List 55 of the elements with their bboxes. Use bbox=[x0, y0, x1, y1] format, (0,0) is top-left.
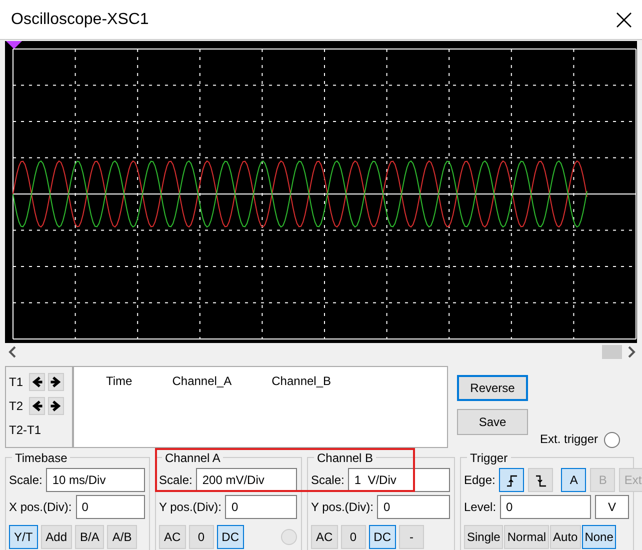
cursor-left-button[interactable] bbox=[29, 373, 45, 391]
cursor-label: T2-T1 bbox=[9, 422, 42, 439]
toggle-button[interactable]: DC bbox=[216, 525, 244, 549]
position-field[interactable]: 0 bbox=[225, 495, 297, 519]
toggle-button[interactable]: - bbox=[399, 525, 424, 549]
toggle-button[interactable]: B/A bbox=[75, 525, 104, 549]
toggle-button[interactable]: AC bbox=[311, 525, 338, 549]
scale-field[interactable]: 200 mV/Div bbox=[196, 468, 297, 492]
cursor-left-button[interactable] bbox=[29, 397, 45, 415]
field-label: X pos.(Div): bbox=[9, 499, 72, 516]
action-button[interactable]: Save bbox=[457, 409, 528, 435]
scroll-right-icon[interactable] bbox=[628, 346, 636, 358]
field-label: Level: bbox=[464, 499, 496, 516]
cursor-right-button[interactable] bbox=[48, 397, 64, 415]
falling-edge-button[interactable] bbox=[528, 468, 554, 492]
toggle-button[interactable]: None bbox=[582, 525, 616, 549]
unit-field[interactable]: V bbox=[595, 495, 629, 519]
level-field[interactable]: 0 bbox=[500, 495, 591, 519]
field-label: Y pos.(Div): bbox=[159, 499, 222, 516]
cursor-label: T2 bbox=[9, 398, 24, 415]
toggle-button[interactable]: Single bbox=[464, 525, 504, 549]
scrollbar-thumb[interactable] bbox=[602, 345, 622, 359]
cursor-right-button[interactable] bbox=[48, 373, 64, 391]
window-title: Oscilloscope-XSC1 bbox=[11, 10, 149, 30]
position-field[interactable]: 0 bbox=[377, 495, 450, 519]
column-header: Time bbox=[106, 373, 132, 390]
toggle-button[interactable]: 0 bbox=[340, 525, 366, 549]
toggle-button[interactable]: Y/T bbox=[9, 525, 38, 549]
field-label: Edge: bbox=[464, 472, 496, 489]
scale-field[interactable]: 1 V/Div bbox=[348, 468, 450, 492]
rising-edge-button[interactable] bbox=[499, 468, 524, 492]
column-header: Channel_B bbox=[272, 373, 332, 390]
field-label: Scale: bbox=[311, 472, 344, 489]
falling-edge-icon bbox=[534, 474, 547, 488]
close-icon[interactable] bbox=[616, 12, 632, 28]
toggle-button[interactable]: A/B bbox=[107, 525, 137, 549]
ext-trigger-radio[interactable] bbox=[604, 432, 620, 448]
field-label: Scale: bbox=[159, 472, 192, 489]
column-header: Channel_A bbox=[172, 373, 232, 390]
toggle-button[interactable]: Add bbox=[40, 525, 72, 549]
position-field[interactable]: 0 bbox=[76, 495, 145, 519]
toggle-button[interactable]: 0 bbox=[188, 525, 214, 549]
toggle-button[interactable]: A bbox=[561, 468, 586, 492]
scale-field[interactable]: 10 ms/Div bbox=[46, 468, 145, 492]
toggle-button[interactable]: AC bbox=[159, 525, 186, 549]
rising-edge-icon bbox=[506, 474, 518, 488]
toggle-button[interactable]: Normal bbox=[504, 525, 550, 549]
field-label: Y pos.(Div): bbox=[311, 499, 374, 516]
ext-trigger-label: Ext. trigger bbox=[540, 431, 598, 448]
toggle-button[interactable]: Auto bbox=[550, 525, 581, 549]
action-button[interactable]: Reverse bbox=[457, 375, 528, 401]
cursor-label: T1 bbox=[9, 374, 24, 391]
toggle-button[interactable]: DC bbox=[368, 525, 396, 549]
field-label: Scale: bbox=[9, 472, 42, 489]
scroll-left-icon[interactable] bbox=[8, 346, 16, 358]
